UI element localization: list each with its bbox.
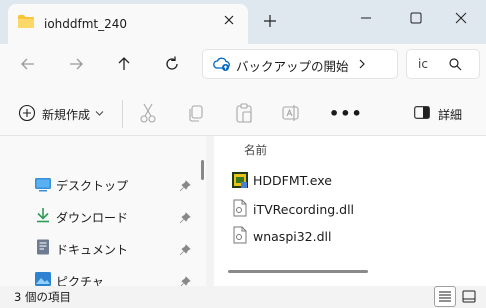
refresh-icon[interactable]: [162, 54, 182, 74]
copy-icon[interactable]: [186, 102, 206, 124]
new-button[interactable]: 新規作成: [42, 106, 90, 123]
column-header-name[interactable]: 名前: [244, 142, 267, 158]
scrollbar[interactable]: [201, 160, 204, 180]
desktop-icon: [35, 178, 51, 192]
list-view-icon: [439, 291, 451, 302]
file-item-wnaspi32[interactable]: wnaspi32.dll: [253, 229, 332, 244]
details-view-button[interactable]: [434, 286, 456, 307]
plus-icon[interactable]: [262, 13, 278, 29]
file-item-itvrecording[interactable]: iTVRecording.dll: [253, 202, 354, 217]
folder-icon: [18, 15, 34, 28]
dll-icon: [233, 199, 247, 217]
sidebar-item-pictures-clip: ピクチャ: [0, 270, 206, 286]
address-text: バックアップの開始: [236, 59, 349, 74]
sidebar-item-documents[interactable]: ドキュメント: [56, 241, 128, 258]
sidebar-item-downloads[interactable]: ダウンロード: [56, 209, 128, 226]
sidebar-item-desktop[interactable]: デスクトップ: [56, 177, 128, 194]
window-close-icon[interactable]: [453, 10, 469, 26]
pin-icon: [179, 244, 191, 256]
document-icon: [37, 239, 49, 255]
search-icon[interactable]: [448, 57, 462, 71]
forward-arrow-icon[interactable]: [66, 54, 86, 74]
minimize-icon[interactable]: [358, 10, 374, 26]
rename-icon[interactable]: [281, 102, 301, 124]
status-bar: [0, 286, 486, 308]
details-pane-icon[interactable]: [414, 106, 430, 119]
tiles-view-icon[interactable]: [462, 290, 476, 303]
cut-icon[interactable]: [138, 102, 158, 124]
search-value: ic: [418, 57, 428, 71]
pin-icon: [180, 276, 191, 286]
dll-icon: [233, 226, 247, 244]
details-button[interactable]: 詳細: [438, 106, 462, 123]
horizontal-scrollbar[interactable]: [228, 270, 368, 273]
back-arrow-icon[interactable]: [18, 54, 38, 74]
plus-circle-icon[interactable]: [18, 104, 36, 122]
tab-title: iohddfmt_240: [44, 17, 128, 31]
pin-icon: [179, 180, 191, 192]
more-options-button[interactable]: •••: [329, 104, 363, 123]
chevron-down-icon[interactable]: [95, 110, 104, 117]
backup-cloud-icon: [213, 57, 230, 71]
chevron-right-icon[interactable]: [357, 58, 367, 70]
item-count: 3 個の項目: [14, 290, 71, 304]
close-icon[interactable]: [222, 13, 236, 27]
divider: [122, 100, 123, 128]
exe-icon: [232, 172, 248, 188]
paste-icon[interactable]: [234, 102, 254, 124]
maximize-icon[interactable]: [408, 10, 424, 26]
up-arrow-icon[interactable]: [114, 54, 134, 74]
file-item-hddfmt[interactable]: HDDFMT.exe: [253, 173, 332, 188]
download-icon: [37, 208, 49, 223]
sidebar-item-pictures[interactable]: ピクチャ: [56, 273, 104, 286]
pin-icon: [179, 212, 191, 224]
